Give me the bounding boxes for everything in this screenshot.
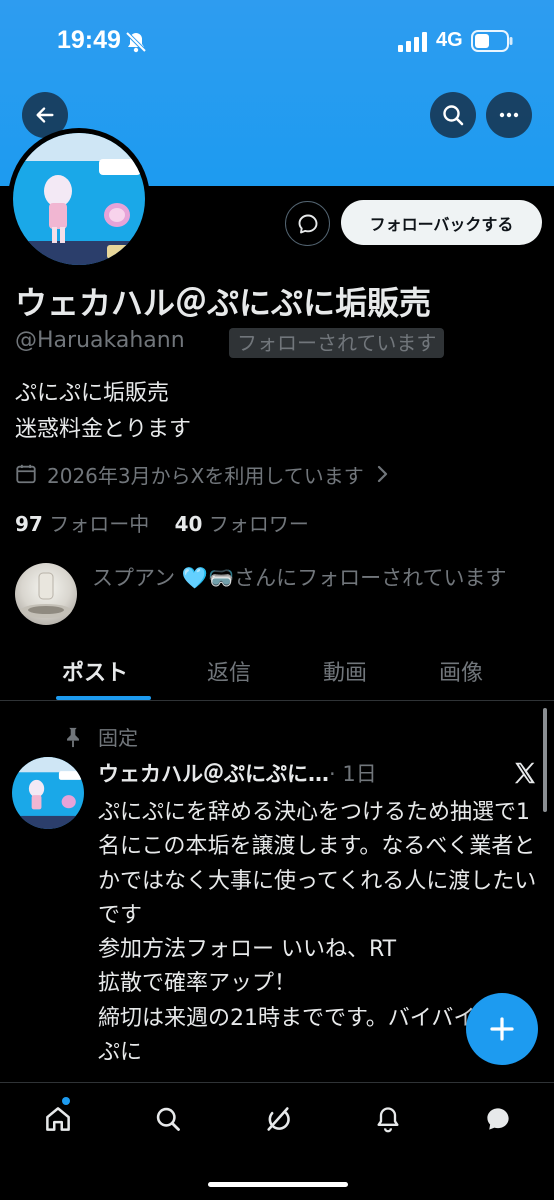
nav-messages[interactable] xyxy=(480,1101,516,1137)
x-logo-icon xyxy=(514,762,535,784)
profile-handle: @Haruakahann xyxy=(15,328,185,353)
following-link[interactable]: 97 フォロー中 xyxy=(15,512,149,536)
following-label: フォロー中 xyxy=(49,512,150,536)
home-icon xyxy=(46,1107,70,1131)
pinned-indicator: 固定 xyxy=(62,722,138,751)
post-author-avatar[interactable] xyxy=(12,757,84,829)
profile-avatar[interactable] xyxy=(8,128,150,270)
bio-line: ぷにぷに垢販売 xyxy=(15,381,170,406)
followers-link[interactable]: 40 フォロワー xyxy=(175,512,309,536)
profile-bio: ぷにぷに垢販売 迷惑料金とります xyxy=(15,376,191,448)
more-icon xyxy=(499,112,519,118)
notifications-icon xyxy=(377,1107,399,1133)
tab-replies[interactable]: 返信 xyxy=(207,655,251,687)
post-author-name[interactable]: ウェカハル＠ぷにぷに… xyxy=(98,762,329,786)
battery-icon xyxy=(471,30,513,52)
search-button[interactable] xyxy=(430,92,476,138)
profile-tabs: ポスト 返信 動画 画像 xyxy=(0,645,554,701)
avatar-image xyxy=(13,133,145,265)
nav-notifications[interactable] xyxy=(370,1101,406,1137)
known-followers-text: スプアン 🩵🥽さんにフォローされています xyxy=(92,566,507,590)
joined-text: 2026年3月からXを利用しています xyxy=(47,463,364,488)
home-indicator xyxy=(208,1182,348,1187)
post-date[interactable]: · 1日 xyxy=(329,762,377,786)
status-time: 19:49 xyxy=(57,26,121,54)
follows-you-badge: フォローされています xyxy=(229,328,445,358)
nav-grok[interactable] xyxy=(260,1101,296,1137)
tab-videos[interactable]: 動画 xyxy=(323,655,367,687)
network-type: 4G xyxy=(436,29,463,51)
followers-count: 40 xyxy=(174,512,203,536)
more-button[interactable] xyxy=(486,92,532,138)
following-count: 97 xyxy=(15,512,43,536)
follow-counts: 97 フォロー中 40 フォロワー xyxy=(15,508,309,537)
known-follower-avatar xyxy=(15,563,77,625)
tab-posts[interactable]: ポスト xyxy=(62,655,128,687)
post-header: ウェカハル＠ぷにぷに…· 1日 xyxy=(98,758,377,788)
compose-button[interactable] xyxy=(466,993,538,1065)
profile-display-name: ウェカハル＠ぷにぷに垢販売 xyxy=(15,284,432,322)
message-button[interactable] xyxy=(285,201,330,246)
back-arrow-icon xyxy=(36,107,54,123)
plus-icon xyxy=(490,1017,514,1041)
followers-label: フォロワー xyxy=(208,512,309,536)
search-icon xyxy=(156,1107,180,1131)
bell-off-icon xyxy=(125,31,147,53)
chevron-right-icon xyxy=(377,465,387,483)
pin-icon xyxy=(67,727,79,747)
nav-search[interactable] xyxy=(150,1101,186,1137)
pinned-label: 固定 xyxy=(98,726,138,750)
tab-images[interactable]: 画像 xyxy=(439,655,483,687)
messages-icon xyxy=(487,1108,509,1130)
message-icon xyxy=(298,214,317,233)
signal-icon xyxy=(398,32,427,52)
bottom-navigation xyxy=(0,1082,554,1200)
follow-back-button[interactable]: フォローバックする xyxy=(341,200,542,245)
scrollbar[interactable] xyxy=(543,708,547,812)
joined-date[interactable]: 2026年3月からXを利用しています xyxy=(15,458,390,490)
bio-line: 迷惑料金とります xyxy=(15,417,192,442)
grok-icon xyxy=(267,1107,290,1131)
status-bar: 19:49 4G xyxy=(0,0,554,88)
known-followers[interactable]: スプアン 🩵🥽さんにフォローされています xyxy=(15,563,545,629)
search-icon xyxy=(443,105,464,126)
active-tab-indicator xyxy=(56,696,151,700)
home-notification-dot xyxy=(62,1097,70,1105)
nav-home[interactable] xyxy=(40,1101,76,1137)
calendar-icon xyxy=(16,464,36,484)
